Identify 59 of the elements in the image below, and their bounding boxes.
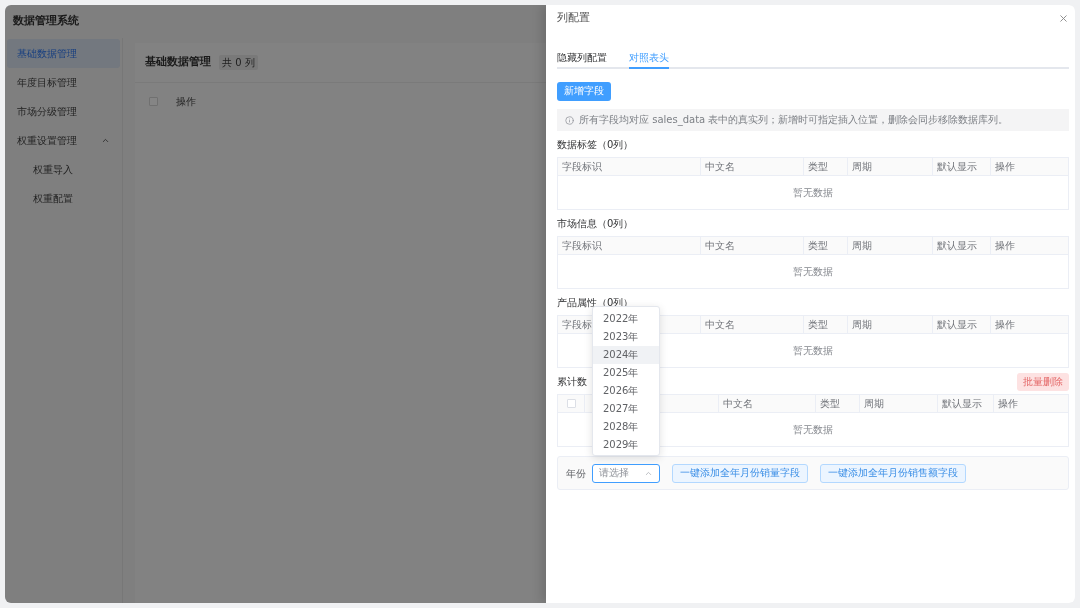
column-header: 默认显示 <box>937 161 977 172</box>
column-header: 默认显示 <box>937 240 977 251</box>
close-icon[interactable] <box>1058 13 1069 24</box>
sidebar-item[interactable]: 基础数据管理 <box>7 39 120 68</box>
column-header: 操作 <box>995 161 1015 172</box>
empty-text: 暂无数据 <box>793 345 833 356</box>
year-option[interactable]: 2022年 <box>593 309 659 328</box>
column-header: 周期 <box>852 161 872 172</box>
sidebar-subitem[interactable]: 权重导入 <box>7 155 120 184</box>
column-header: 中文名 <box>705 319 735 330</box>
empty-text: 暂无数据 <box>793 187 833 198</box>
year-label: 年份 <box>566 466 586 481</box>
column-header: 中文名 <box>705 240 735 251</box>
page-title: 基础数据管理 <box>145 54 211 71</box>
column-header: 操作 <box>995 240 1015 251</box>
column-header: 类型 <box>808 319 828 330</box>
count-badge: 共 0 列 <box>219 55 258 70</box>
column-header: 周期 <box>864 398 884 409</box>
notice-text: 所有字段均对应 sales_data 表中的真实列；新增时可指定插入位置，删除会同步移除数据库列。 <box>579 115 1009 125</box>
info-icon <box>565 115 574 125</box>
sidebar-item[interactable]: 市场分级管理 <box>7 97 120 126</box>
sidebar-item[interactable]: 年度目标管理 <box>7 68 120 97</box>
year-option[interactable]: 2025年 <box>593 363 659 382</box>
app-title: 数据管理系统 <box>13 13 79 30</box>
empty-text: 暂无数据 <box>793 424 833 435</box>
year-option[interactable]: 2026年 <box>593 381 659 400</box>
section-title: 市场信息（0列） <box>557 219 634 229</box>
column-header: 字段标识 <box>562 240 602 251</box>
sidebar-subitem[interactable]: 权重配置 <box>7 184 120 213</box>
year-option[interactable]: 2023年 <box>593 327 659 346</box>
drawer-title: 列配置 <box>557 10 590 27</box>
year-option[interactable]: 2024年 <box>593 345 659 364</box>
section-title: 数据标签（0列） <box>557 140 634 150</box>
year-option[interactable]: 2029年 <box>593 435 659 454</box>
empty-text: 暂无数据 <box>793 266 833 277</box>
sidebar-item[interactable]: 权重设置管理 <box>7 126 120 155</box>
tab[interactable]: 隐藏列配置 <box>557 47 607 69</box>
column-header: 类型 <box>820 398 840 409</box>
column-header: 字段标识 <box>562 161 602 172</box>
year-select[interactable]: 请选择 <box>592 463 660 483</box>
year-option[interactable]: 2027年 <box>593 399 659 418</box>
add-field-button[interactable]: 新增字段 <box>557 81 611 101</box>
year-option[interactable]: 2028年 <box>593 417 659 436</box>
quick-add-button[interactable]: 一键添加全年月份销量字段 <box>672 463 808 483</box>
column-header: 周期 <box>852 319 872 330</box>
column-header: 类型 <box>808 240 828 251</box>
section-title: 累计数 <box>557 377 587 387</box>
column-header: 中文名 <box>705 161 735 172</box>
column-header: 操作 <box>176 94 196 109</box>
column-header: 默认显示 <box>942 398 982 409</box>
column-header: 操作 <box>995 319 1015 330</box>
column-header: 字段标 <box>562 319 592 330</box>
tab[interactable]: 对照表头 <box>629 47 669 69</box>
column-header: 周期 <box>852 240 872 251</box>
column-header: 中文名 <box>723 398 753 409</box>
quick-add-button[interactable]: 一键添加全年月份销售额字段 <box>820 463 966 483</box>
column-header: 类型 <box>808 161 828 172</box>
column-header: 操作 <box>998 398 1018 409</box>
column-header: 默认显示 <box>937 319 977 330</box>
